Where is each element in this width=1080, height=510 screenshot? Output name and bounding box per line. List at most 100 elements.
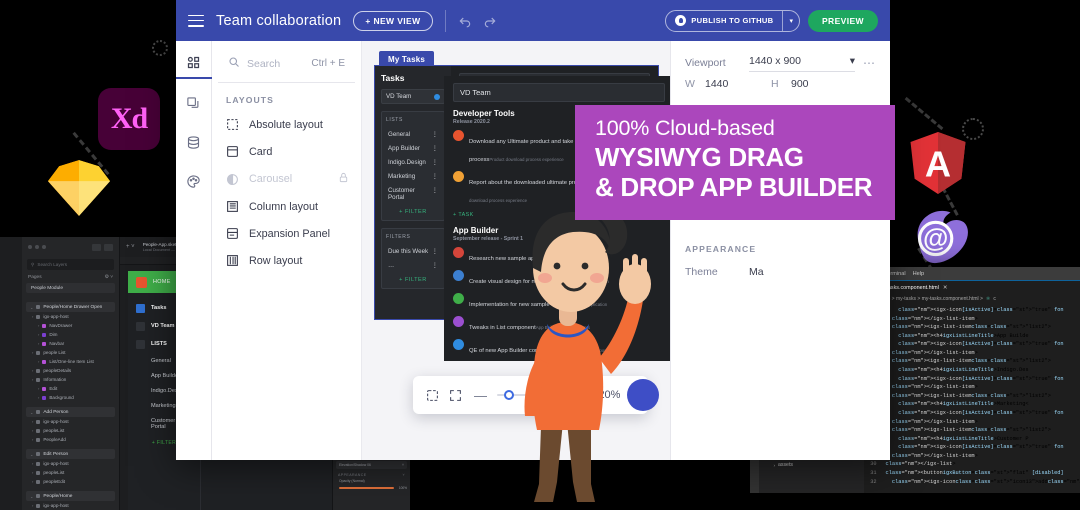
chevron-down-icon[interactable]: ▾ bbox=[782, 10, 799, 31]
chevron-icon[interactable]: › bbox=[32, 419, 33, 424]
undo-icon[interactable] bbox=[458, 14, 472, 28]
height-value[interactable]: 900 bbox=[791, 78, 853, 90]
more-icon[interactable]: ⋮ bbox=[432, 187, 438, 201]
chevron-icon[interactable]: › bbox=[38, 386, 39, 391]
chevron-icon[interactable]: ⌄ bbox=[30, 494, 33, 499]
chevron-icon[interactable]: ⌄ bbox=[30, 305, 33, 310]
layer-item[interactable]: › igx-app-host bbox=[22, 459, 119, 468]
preview-button[interactable]: PREVIEW bbox=[807, 9, 878, 32]
layer-item[interactable]: › peopleEdit bbox=[22, 477, 119, 486]
publish-to-github-button[interactable]: PUBLISH TO GITHUB ▾ bbox=[665, 9, 800, 32]
chevron-icon[interactable]: › bbox=[38, 395, 39, 400]
minus-icon[interactable]: — bbox=[474, 388, 487, 403]
mock-list-item[interactable]: App Builder ⋮ bbox=[386, 141, 440, 155]
mock-list-item[interactable]: Indigo.Design ⋮ bbox=[386, 155, 440, 169]
layer-item[interactable]: › Navbar bbox=[22, 339, 119, 348]
layer-item[interactable]: › igx-app-host bbox=[22, 417, 119, 426]
menu-help[interactable]: Help bbox=[913, 271, 925, 277]
layout-item-absolute-layout[interactable]: Absolute layout bbox=[212, 111, 361, 138]
chevron-icon[interactable]: › bbox=[32, 350, 33, 355]
chevron-icon[interactable]: › bbox=[38, 332, 39, 337]
theme-value[interactable]: Ma bbox=[749, 266, 764, 278]
more-options-icon[interactable]: ⋯ bbox=[863, 56, 876, 70]
mock-list-item[interactable]: Marketing ⋮ bbox=[386, 169, 440, 183]
layout-item-row-layout[interactable]: Row layout bbox=[212, 247, 361, 274]
layout-item-expansion-panel[interactable]: Expansion Panel bbox=[212, 220, 361, 247]
close-tab-icon[interactable]: ✕ bbox=[943, 285, 948, 291]
more-icon[interactable]: ⋮ bbox=[432, 131, 438, 138]
chevron-icon[interactable]: › bbox=[32, 314, 33, 319]
more-icon[interactable]: ⋮ bbox=[432, 173, 438, 180]
layout-item-column-layout[interactable]: Column layout bbox=[212, 193, 361, 220]
new-view-button[interactable]: + NEW VIEW bbox=[353, 10, 433, 31]
data-icon[interactable] bbox=[176, 123, 212, 161]
search-icon: ⚲ bbox=[31, 261, 35, 267]
line-content: class="nm"></igx-list bbox=[885, 461, 953, 468]
chevron-icon[interactable]: › bbox=[38, 323, 39, 328]
redo-icon[interactable] bbox=[483, 14, 497, 28]
promo-banner: 100% Cloud-based WYSIWYG DRAG & DROP APP… bbox=[575, 105, 895, 220]
viewport-select[interactable]: 1440 x 900 ▾ bbox=[749, 53, 855, 72]
layer-item[interactable]: › PeopleAdd bbox=[22, 435, 119, 444]
components-icon[interactable] bbox=[176, 47, 212, 79]
more-icon[interactable]: ⋮ bbox=[432, 159, 438, 166]
chevron-icon[interactable]: › bbox=[32, 470, 33, 475]
chevron-icon[interactable]: ⌄ bbox=[30, 410, 33, 415]
layer-item[interactable]: › people List bbox=[22, 348, 119, 357]
code-line: 31 class="nm"><button igxButton = class ="st… bbox=[864, 469, 1080, 478]
chevron-icon[interactable]: › bbox=[773, 462, 775, 471]
pages-settings-icon[interactable]: ⚙ ˅ bbox=[105, 275, 113, 280]
search-layers-input[interactable]: ⚲ Search Layers bbox=[27, 259, 114, 270]
mock-team-chip[interactable]: VD Team bbox=[381, 89, 445, 104]
chevron-icon[interactable]: › bbox=[38, 359, 39, 364]
layer-item[interactable]: › igx-app-host bbox=[22, 312, 119, 321]
layer-item[interactable]: › List/One-line Item List bbox=[22, 357, 119, 366]
layer-item[interactable]: ⌄ Edit Person bbox=[26, 449, 115, 459]
layer-item[interactable]: › Edit bbox=[22, 384, 119, 393]
mock-filters-card: FILTERS Due this Week ⋮ … ⋮ + FILTER bbox=[381, 228, 445, 289]
opacity-slider[interactable] bbox=[339, 487, 394, 489]
layer-item[interactable]: › igx-app-host bbox=[22, 501, 119, 510]
mock-filter-button[interactable]: + FILTER bbox=[386, 204, 440, 215]
chevron-icon[interactable]: › bbox=[38, 341, 39, 346]
layer-item[interactable]: › NavDrawer bbox=[22, 321, 119, 330]
layer-item[interactable]: ⌄ People/Home Drawer Open bbox=[26, 302, 115, 312]
layout-item-label: Row layout bbox=[249, 254, 303, 267]
tree-item-assets[interactable]: › assets bbox=[759, 461, 863, 471]
layers-icon[interactable] bbox=[176, 84, 212, 122]
row-layout-icon bbox=[226, 254, 239, 267]
menu-icon[interactable] bbox=[188, 14, 204, 27]
layer-item[interactable]: › peopleList bbox=[22, 468, 119, 477]
chevron-icon[interactable]: ⌄ bbox=[30, 452, 33, 457]
fit-to-screen-icon[interactable] bbox=[426, 389, 439, 402]
editor-tab[interactable]: ◇ my-tasks.component.html ✕ bbox=[863, 280, 1080, 294]
chevron-icon[interactable]: › bbox=[32, 461, 33, 466]
layer-item[interactable]: ⌄ People/Home bbox=[26, 491, 115, 501]
layer-item[interactable]: ⌄ Add Person bbox=[26, 407, 115, 417]
layer-item[interactable]: › peopleDetails bbox=[22, 366, 119, 375]
chevron-icon[interactable]: › bbox=[32, 368, 33, 373]
mock-list-item[interactable]: Customer Portal ⋮ bbox=[386, 183, 440, 204]
layer-type-icon bbox=[36, 377, 41, 382]
mock2-title-field[interactable]: VD Team bbox=[453, 83, 665, 102]
width-value[interactable]: 1440 bbox=[705, 78, 767, 90]
override-value[interactable]: Elevation/Shadow 06 ˅ bbox=[336, 461, 407, 469]
theme-palette-icon[interactable] bbox=[176, 162, 212, 200]
page-selected[interactable]: People Module bbox=[26, 283, 115, 293]
code-line: 19 class="nm"><h4 igxListLineTitle>Indig… bbox=[864, 366, 1080, 375]
search-input[interactable]: Search Ctrl + E bbox=[218, 45, 355, 83]
code-line: 32 class="nm"><igx-icon class = class ="st"… bbox=[864, 478, 1080, 487]
chevron-icon[interactable]: › bbox=[32, 479, 33, 484]
layer-item[interactable]: › Dim bbox=[22, 330, 119, 339]
layer-item[interactable]: › Background bbox=[22, 393, 119, 402]
more-icon[interactable]: ⋮ bbox=[432, 145, 438, 152]
expand-icon[interactable] bbox=[449, 389, 462, 402]
chevron-icon[interactable]: › bbox=[32, 377, 33, 382]
chevron-icon[interactable]: › bbox=[32, 428, 33, 433]
chevron-icon[interactable]: › bbox=[32, 437, 33, 442]
layer-item[interactable]: › Information bbox=[22, 375, 119, 384]
layer-item[interactable]: › peopleList bbox=[22, 426, 119, 435]
mock-list-item[interactable]: General ⋮ bbox=[386, 127, 440, 141]
layout-item-card[interactable]: Card bbox=[212, 138, 361, 165]
chevron-icon[interactable]: › bbox=[32, 503, 33, 508]
